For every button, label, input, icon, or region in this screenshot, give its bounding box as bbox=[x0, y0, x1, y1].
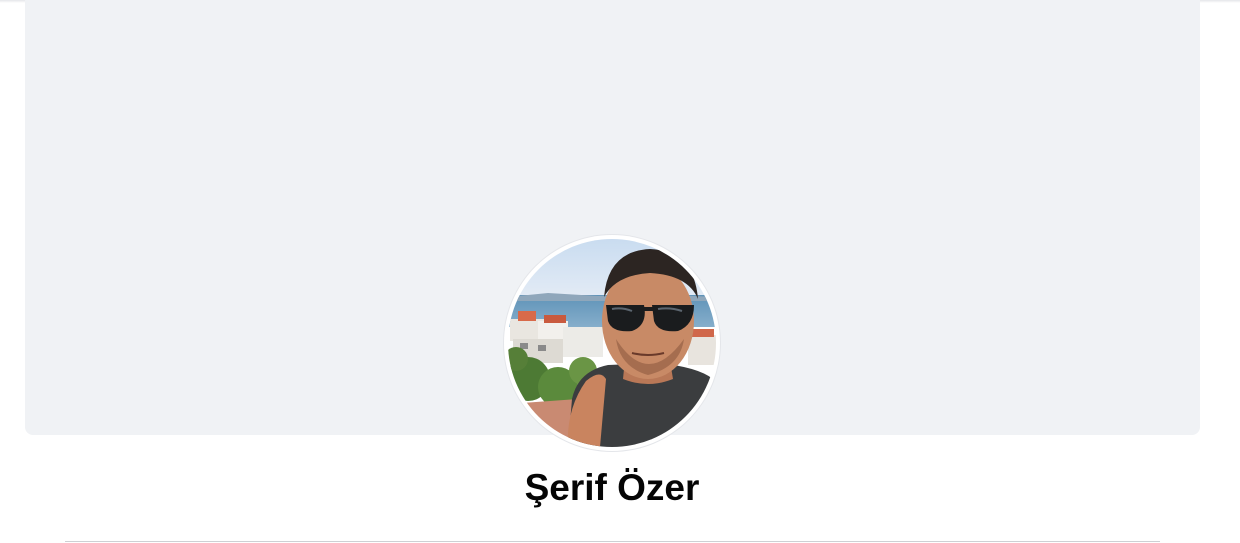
profile-picture[interactable] bbox=[504, 235, 720, 451]
profile-photo-icon bbox=[508, 239, 716, 447]
profile-name: Şerif Özer bbox=[524, 467, 700, 508]
section-divider bbox=[65, 541, 1160, 542]
profile-page: Şerif Özer bbox=[0, 0, 1240, 543]
avatar[interactable] bbox=[508, 239, 716, 447]
